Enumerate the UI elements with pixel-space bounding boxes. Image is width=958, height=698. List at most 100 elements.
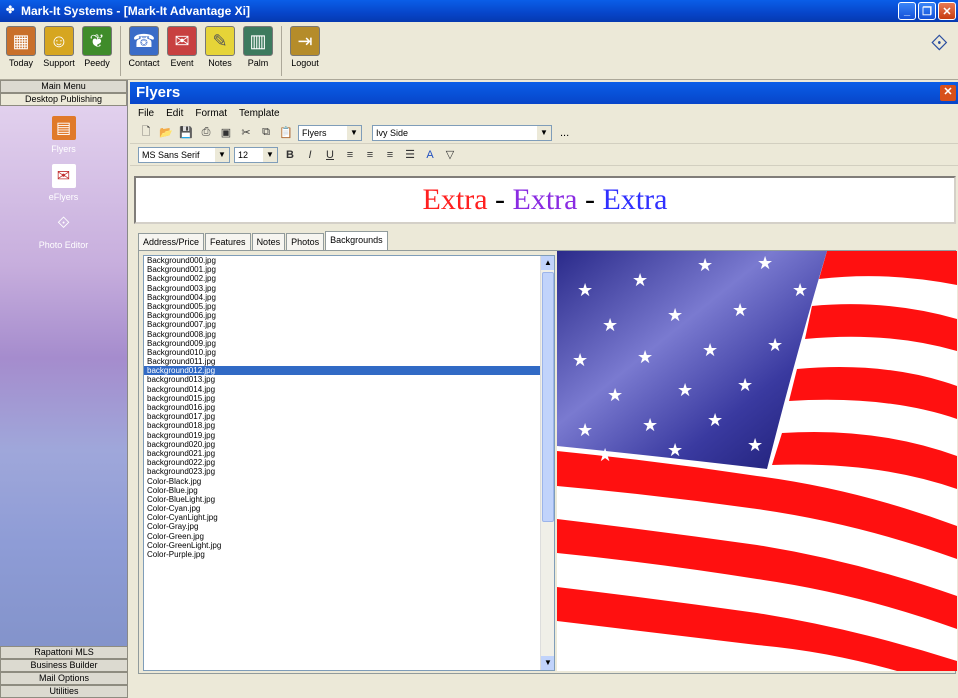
eflyers-icon: ✉ <box>51 164 76 188</box>
copy-icon[interactable]: ⧉ <box>258 125 274 141</box>
list-item[interactable]: Color-Gray.jpg <box>144 522 554 531</box>
print-preview-icon[interactable]: ▣ <box>218 125 234 141</box>
open-icon[interactable]: 📂 <box>158 125 174 141</box>
font-color-icon[interactable]: A <box>422 147 438 163</box>
list-item[interactable]: Background004.jpg <box>144 293 554 302</box>
menu-template[interactable]: Template <box>239 108 280 119</box>
list-item[interactable]: Color-CyanLight.jpg <box>144 513 554 522</box>
tab-notes[interactable]: Notes <box>251 233 286 250</box>
save-icon[interactable]: 💾 <box>178 125 194 141</box>
list-item[interactable]: Background007.jpg <box>144 320 554 329</box>
list-item[interactable]: Color-Black.jpg <box>144 477 554 486</box>
list-item[interactable]: Background003.jpg <box>144 284 554 293</box>
sidebar-business-builder-button[interactable]: Business Builder <box>0 659 128 672</box>
align-right-icon[interactable]: ≡ <box>382 147 398 163</box>
sidebar-desktop-publishing-button[interactable]: Desktop Publishing <box>0 93 127 106</box>
bullets-icon[interactable]: ☰ <box>402 147 418 163</box>
font-select[interactable]: MS Sans Serif ▼ <box>138 146 230 163</box>
list-scrollbar[interactable]: ▲ ▼ <box>540 256 554 670</box>
list-item[interactable]: background013.jpg <box>144 375 554 384</box>
scroll-up-icon[interactable]: ▲ <box>541 256 554 270</box>
list-item[interactable]: Color-Green.jpg <box>144 532 554 541</box>
sidebar-item-eflyers[interactable]: ✉ eFlyers <box>0 164 127 202</box>
minimize-button[interactable]: _ <box>898 2 916 20</box>
tab-features[interactable]: Features <box>205 233 251 250</box>
main-toolbar: ▦ Today ☺ Support ❦ Peedy ☎ Contact ✉ Event ✎… <box>0 22 958 80</box>
list-item[interactable]: Background005.jpg <box>144 302 554 311</box>
event-icon: ✉ <box>167 26 197 56</box>
list-item[interactable]: Background011.jpg <box>144 357 554 366</box>
list-item[interactable]: Background008.jpg <box>144 330 554 339</box>
list-item[interactable]: Background001.jpg <box>144 265 554 274</box>
list-item[interactable]: Color-Cyan.jpg <box>144 504 554 513</box>
underline-icon[interactable]: U <box>322 147 338 163</box>
menu-format[interactable]: Format <box>195 108 227 119</box>
list-item[interactable]: Color-GreenLight.jpg <box>144 541 554 550</box>
scroll-down-icon[interactable]: ▼ <box>541 656 554 670</box>
tab-backgrounds[interactable]: Backgrounds <box>325 231 388 250</box>
parrot-icon: ❦ <box>82 26 112 56</box>
list-item[interactable]: background014.jpg <box>144 385 554 394</box>
backgrounds-list[interactable]: Background000.jpg Background001.jpg Backgr… <box>143 255 555 671</box>
cut-icon[interactable]: ✂ <box>238 125 254 141</box>
menu-edit[interactable]: Edit <box>166 108 183 119</box>
restore-button[interactable]: ❐ <box>918 2 936 20</box>
more-button[interactable]: ... <box>560 127 569 139</box>
list-item[interactable]: Background010.jpg <box>144 348 554 357</box>
sidebar-item-photo-editor[interactable]: ⟐ Photo Editor <box>0 212 127 250</box>
sidebar-main-menu-button[interactable]: Main Menu <box>0 80 127 93</box>
bold-icon[interactable]: B <box>282 147 298 163</box>
list-item[interactable]: Background002.jpg <box>144 274 554 283</box>
format-toolbar: MS Sans Serif ▼ 12 ▼ B I U ≡ ≡ ≡ ☰ A ▽ <box>130 144 958 166</box>
toolbar-logout-button[interactable]: ⇥ Logout <box>288 26 322 68</box>
list-item[interactable]: Color-Purple.jpg <box>144 550 554 559</box>
background-color-icon[interactable]: ▽ <box>442 147 458 163</box>
scroll-thumb[interactable] <box>542 272 554 522</box>
headline-separator: - <box>487 183 513 216</box>
sidebar-utilities-button[interactable]: Utilities <box>0 685 128 698</box>
template-select[interactable]: Flyers ▼ <box>298 124 362 141</box>
list-item[interactable]: background021.jpg <box>144 449 554 458</box>
align-center-icon[interactable]: ≡ <box>362 147 378 163</box>
svg-text:★: ★ <box>757 253 773 274</box>
style-select[interactable]: Ivy Side ▼ <box>372 124 552 141</box>
list-item[interactable]: Background009.jpg <box>144 339 554 348</box>
list-item[interactable]: Background000.jpg <box>144 256 554 265</box>
size-select[interactable]: 12 ▼ <box>234 146 278 163</box>
list-item[interactable]: background023.jpg <box>144 467 554 476</box>
sidebar-item-flyers[interactable]: ▤ Flyers <box>0 116 127 154</box>
align-left-icon[interactable]: ≡ <box>342 147 358 163</box>
list-item[interactable]: background020.jpg <box>144 440 554 449</box>
menu-file[interactable]: File <box>138 108 154 119</box>
list-item[interactable]: background016.jpg <box>144 403 554 412</box>
list-item[interactable]: Color-Blue.jpg <box>144 486 554 495</box>
sidebar-rapattoni-mls-button[interactable]: Rapattoni MLS <box>0 646 128 659</box>
new-icon[interactable]: 🗋 <box>138 125 154 141</box>
italic-icon[interactable]: I <box>302 147 318 163</box>
notes-icon: ✎ <box>205 26 235 56</box>
toolbar-support-button[interactable]: ☺ Support <box>42 26 76 68</box>
toolbar-palm-button[interactable]: ▥ Palm <box>241 26 275 68</box>
close-button[interactable]: ✕ <box>938 2 956 20</box>
standard-toolbar: 🗋 📂 💾 ⎙ ▣ ✂ ⧉ 📋 Flyers ▼ Ivy Side ▼ ... <box>130 122 958 144</box>
list-item[interactable]: background018.jpg <box>144 421 554 430</box>
list-item[interactable]: background015.jpg <box>144 394 554 403</box>
toolbar-event-button[interactable]: ✉ Event <box>165 26 199 68</box>
list-item[interactable]: Background006.jpg <box>144 311 554 320</box>
toolbar-notes-button[interactable]: ✎ Notes <box>203 26 237 68</box>
toolbar-today-button[interactable]: ▦ Today <box>4 26 38 68</box>
tab-address-price[interactable]: Address/Price <box>138 233 205 250</box>
flyer-headline[interactable]: Extra - Extra - Extra <box>134 176 956 224</box>
flyers-close-button[interactable]: ✕ <box>940 85 956 101</box>
list-item[interactable]: background022.jpg <box>144 458 554 467</box>
print-icon[interactable]: ⎙ <box>198 125 214 141</box>
toolbar-contact-button[interactable]: ☎ Contact <box>127 26 161 68</box>
toolbar-peedy-button[interactable]: ❦ Peedy <box>80 26 114 68</box>
list-item[interactable]: Color-BlueLight.jpg <box>144 495 554 504</box>
list-item[interactable]: background019.jpg <box>144 431 554 440</box>
sidebar-mail-options-button[interactable]: Mail Options <box>0 672 128 685</box>
list-item[interactable]: background017.jpg <box>144 412 554 421</box>
paste-icon[interactable]: 📋 <box>278 125 294 141</box>
list-item[interactable]: background012.jpg <box>144 366 554 376</box>
tab-photos[interactable]: Photos <box>286 233 325 250</box>
